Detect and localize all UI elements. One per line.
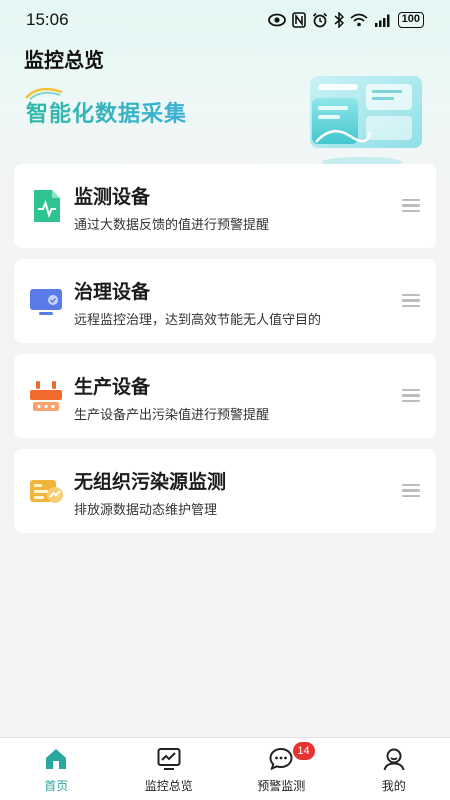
tab-mine[interactable]: 我的 <box>338 738 450 800</box>
chat-alert-icon <box>269 747 293 771</box>
tab-label: 我的 <box>381 779 406 793</box>
page-title: 监控总览 <box>24 48 104 72</box>
screen-device-icon <box>30 289 62 315</box>
card-pollution-source-monitoring[interactable]: 无组织污染源监测 排放源数据动态维护管理 <box>14 449 436 533</box>
drag-handle-icon[interactable] <box>402 484 420 498</box>
battery-icon: 100 <box>397 12 424 28</box>
card-title: 监测设备 <box>74 186 151 208</box>
alarm-icon <box>312 12 327 28</box>
home-icon <box>46 749 67 769</box>
card-desc: 远程监控治理，达到高效节能无人值守目的 <box>74 313 322 328</box>
wifi-icon <box>350 13 368 27</box>
nfc-icon <box>291 12 306 28</box>
card-desc: 生产设备产出污染值进行预警提醒 <box>74 408 270 423</box>
user-icon <box>383 748 405 771</box>
drag-handle-icon[interactable] <box>402 294 420 308</box>
card-title: 治理设备 <box>74 281 151 303</box>
card-desc: 通过大数据反馈的值进行预警提醒 <box>74 218 270 233</box>
card-production-device[interactable]: 生产设备 生产设备产出污染值进行预警提醒 <box>14 354 436 438</box>
status-time: 15:06 <box>26 10 69 29</box>
status-bar: 15:06 100 <box>0 0 450 40</box>
tab-home[interactable]: 首页 <box>0 738 113 800</box>
signal-icon <box>374 14 390 27</box>
production-device-icon <box>30 381 62 411</box>
card-title: 生产设备 <box>74 376 151 398</box>
banner-title: 智能化数据采集 <box>26 96 187 128</box>
tab-label: 首页 <box>44 779 69 793</box>
tab-monitor-overview[interactable]: 监控总览 <box>113 738 226 800</box>
card-desc: 排放源数据动态维护管理 <box>74 503 218 518</box>
notification-badge: 14 <box>292 742 315 760</box>
tab-label: 监控总览 <box>144 779 193 793</box>
eye-icon <box>267 13 286 27</box>
card-monitoring-device[interactable]: 监测设备 通过大数据反馈的值进行预警提醒 <box>14 164 436 248</box>
drag-handle-icon[interactable] <box>402 389 420 403</box>
card-title: 无组织污染源监测 <box>74 471 227 493</box>
drag-handle-icon[interactable] <box>402 199 420 213</box>
monitor-doc-icon <box>34 190 60 222</box>
card-treatment-device[interactable]: 治理设备 远程监控治理，达到高效节能无人值守目的 <box>14 259 436 343</box>
chart-monitor-icon <box>157 748 181 770</box>
data-dashboard-illustration <box>310 76 422 167</box>
pollution-source-icon <box>30 480 63 503</box>
tab-alert-monitoring[interactable]: 14 预警监测 <box>225 738 338 800</box>
tab-label: 预警监测 <box>257 779 306 793</box>
status-icons: 100 <box>267 12 424 28</box>
bottom-tab-bar: 首页 监控总览 14 预警监测 我的 <box>0 737 450 800</box>
bluetooth-icon <box>334 12 344 28</box>
